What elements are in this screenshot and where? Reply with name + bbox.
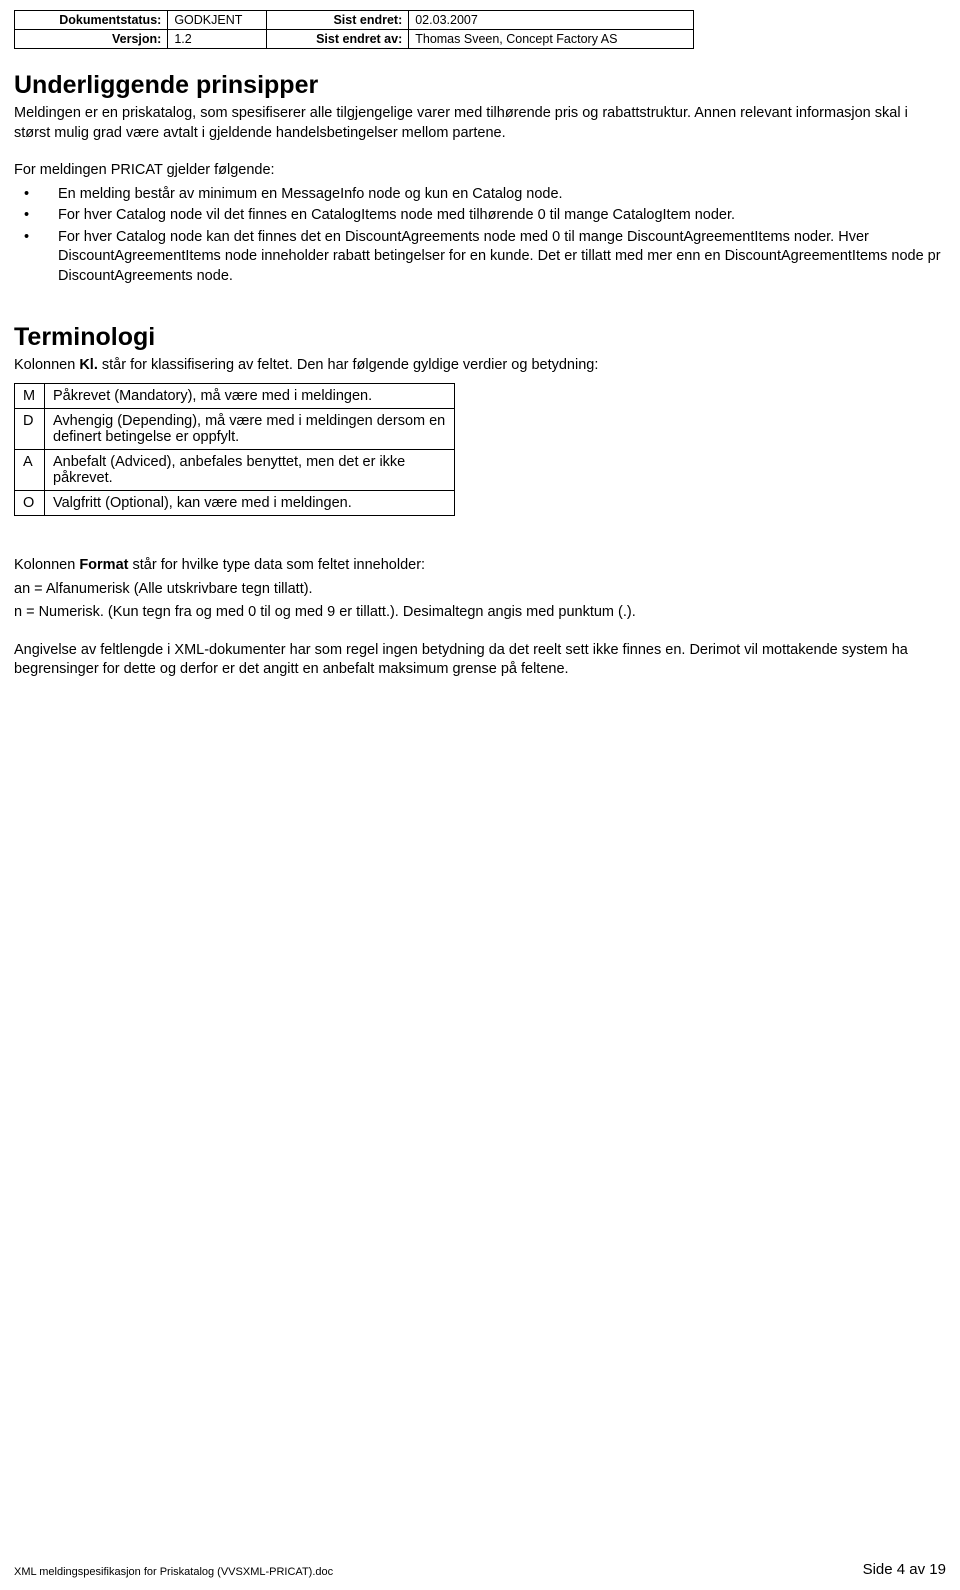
principles-bullet-list: En melding består av minimum en MessageI… xyxy=(14,185,946,287)
modifiedby-value: Thomas Sveen, Concept Factory AS xyxy=(409,30,694,49)
desc-cell: Avhengig (Depending), må være med i meld… xyxy=(45,409,455,450)
section-title-terminology: Terminologi xyxy=(14,323,946,352)
footer-page-number: Side 4 av 19 xyxy=(863,1561,946,1578)
document-page: Dokumentstatus: GODKJENT Sist endret: 02… xyxy=(0,0,960,1590)
code-cell: D xyxy=(15,409,45,450)
bullet-list-intro: For meldingen PRICAT gjelder følgende: xyxy=(14,161,946,181)
intro-text: står for klassifisering av feltet. Den h… xyxy=(98,357,599,373)
format-line: n = Numerisk. (Kun tegn fra og med 0 til… xyxy=(14,603,946,623)
section-title-principles: Underliggende prinsipper xyxy=(14,71,946,100)
page-footer: XML meldingspesifikasjon for Priskatalog… xyxy=(14,1561,946,1578)
terminology-intro: Kolonnen Kl. står for klassifisering av … xyxy=(14,356,946,376)
intro-text: Kolonnen xyxy=(14,357,79,373)
format-text: Kolonnen xyxy=(14,557,79,573)
status-label: Dokumentstatus: xyxy=(15,11,168,30)
modified-label: Sist endret: xyxy=(266,11,408,30)
length-paragraph: Angivelse av feltlengde i XML-dokumenter… xyxy=(14,641,946,680)
list-item: For hver Catalog node kan det finnes det… xyxy=(14,228,946,287)
classification-table: M Påkrevet (Mandatory), må være med i me… xyxy=(14,383,455,516)
format-bold: Format xyxy=(79,557,128,573)
desc-cell: Anbefalt (Adviced), anbefales benyttet, … xyxy=(45,450,455,491)
modifiedby-label: Sist endret av: xyxy=(266,30,408,49)
list-item: For hver Catalog node vil det finnes en … xyxy=(14,206,946,226)
code-cell: O xyxy=(15,491,45,516)
code-cell: M xyxy=(15,384,45,409)
intro-bold: Kl. xyxy=(79,357,98,373)
footer-filename: XML meldingspesifikasjon for Priskatalog… xyxy=(14,1566,333,1578)
list-item: En melding består av minimum en MessageI… xyxy=(14,185,946,205)
format-intro: Kolonnen Format står for hvilke type dat… xyxy=(14,556,946,576)
document-header-table: Dokumentstatus: GODKJENT Sist endret: 02… xyxy=(14,10,694,49)
table-row: A Anbefalt (Adviced), anbefales benyttet… xyxy=(15,450,455,491)
table-row: D Avhengig (Depending), må være med i me… xyxy=(15,409,455,450)
format-text: står for hvilke type data som feltet inn… xyxy=(128,557,425,573)
desc-cell: Valgfritt (Optional), kan være med i mel… xyxy=(45,491,455,516)
code-cell: A xyxy=(15,450,45,491)
table-row: O Valgfritt (Optional), kan være med i m… xyxy=(15,491,455,516)
version-value: 1.2 xyxy=(168,30,267,49)
format-line: an = Alfanumerisk (Alle utskrivbare tegn… xyxy=(14,580,946,600)
desc-cell: Påkrevet (Mandatory), må være med i meld… xyxy=(45,384,455,409)
principles-paragraph: Meldingen er en priskatalog, som spesifi… xyxy=(14,104,946,143)
status-value: GODKJENT xyxy=(168,11,267,30)
table-row: M Påkrevet (Mandatory), må være med i me… xyxy=(15,384,455,409)
version-label: Versjon: xyxy=(15,30,168,49)
modified-value: 02.03.2007 xyxy=(409,11,694,30)
